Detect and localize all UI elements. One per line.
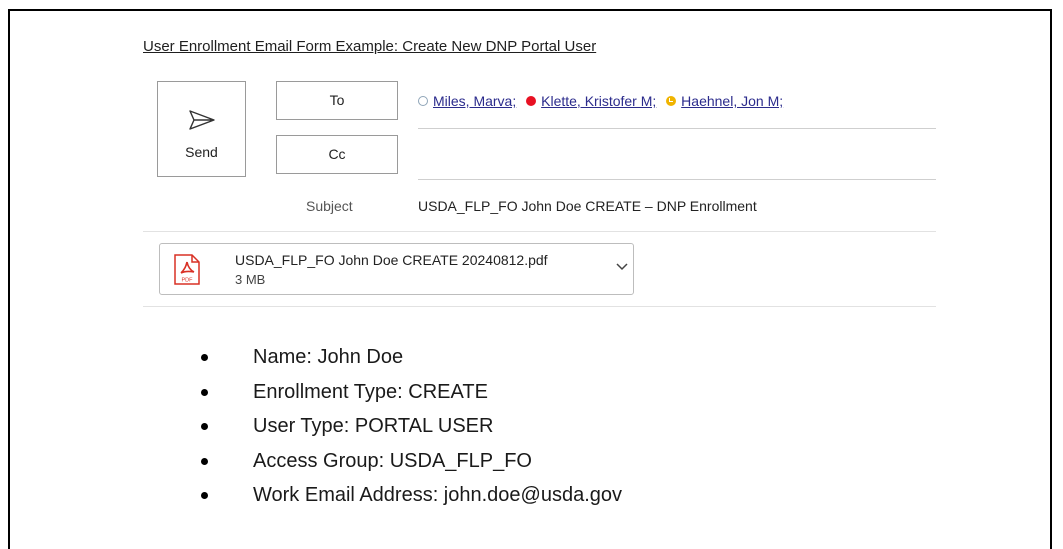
list-item: Enrollment Type: CREATE [200, 375, 622, 410]
pdf-file-icon: PDF [174, 254, 200, 285]
send-button[interactable]: Send [157, 81, 246, 177]
subject-input[interactable]: USDA_FLP_FO John Doe CREATE – DNP Enroll… [418, 198, 757, 214]
cc-button[interactable]: Cc [276, 135, 398, 174]
recipient-chip[interactable]: Klette, Kristofer M; [526, 93, 656, 109]
recipient-chip[interactable]: Haehnel, Jon M; [666, 93, 783, 109]
list-item: Access Group: USDA_FLP_FO [200, 444, 622, 479]
presence-busy-icon [526, 96, 537, 106]
pdf-icon-label: PDF [182, 278, 194, 284]
to-field[interactable]: Miles, Marva; Klette, Kristofer M; Haehn… [418, 93, 936, 129]
attachment-size: 3 MB [235, 272, 266, 287]
list-item: Name: John Doe [200, 340, 622, 375]
figure-heading: User Enrollment Email Form Example: Crea… [143, 38, 597, 55]
list-item: Work Email Address: john.doe@usda.gov [200, 478, 622, 513]
presence-away-icon [666, 96, 677, 106]
recipient-name: Miles, Marva; [433, 93, 517, 109]
send-label: Send [185, 144, 218, 160]
send-icon [189, 110, 215, 130]
presence-available-icon [418, 96, 428, 106]
subject-label: Subject [306, 198, 353, 214]
divider [143, 231, 936, 232]
list-item: User Type: PORTAL USER [200, 409, 622, 444]
divider [143, 306, 936, 307]
recipient-chip[interactable]: Miles, Marva; [418, 93, 516, 109]
recipient-name: Klette, Kristofer M; [541, 93, 657, 109]
recipient-name: Haehnel, Jon M; [681, 93, 784, 109]
body-list: Name: John Doe Enrollment Type: CREATE U… [200, 340, 622, 513]
to-button[interactable]: To [276, 81, 398, 120]
chevron-down-icon[interactable] [616, 263, 628, 271]
cc-field[interactable] [418, 142, 936, 180]
attachment-card[interactable]: PDF USDA_FLP_FO John Doe CREATE 20240812… [159, 243, 634, 295]
attachment-filename: USDA_FLP_FO John Doe CREATE 20240812.pdf [235, 252, 548, 268]
